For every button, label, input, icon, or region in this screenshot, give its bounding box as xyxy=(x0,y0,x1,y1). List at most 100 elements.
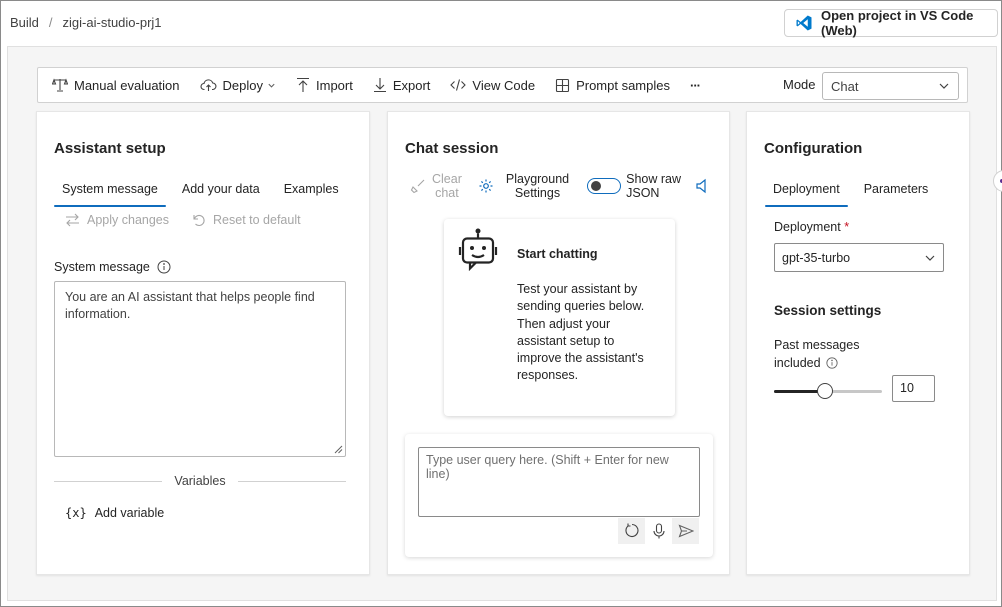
microphone-button[interactable] xyxy=(645,518,672,544)
deployment-label-text: Deployment xyxy=(774,220,841,234)
tab-system-message[interactable]: System message xyxy=(54,179,166,207)
show-raw-json-label: Show raw JSON xyxy=(626,172,681,200)
mode-select[interactable]: Chat xyxy=(822,72,959,100)
composer-buttons xyxy=(618,518,699,544)
past-messages-line1: Past messages xyxy=(774,338,860,352)
start-chatting-description: Test your assistant by sending queries b… xyxy=(517,282,645,383)
breadcrumb-project[interactable]: zigi-ai-studio-prj1 xyxy=(63,15,162,30)
toolbar: Manual evaluation Deploy Import Export V… xyxy=(37,67,968,103)
configuration-tabs: Deployment Parameters xyxy=(765,179,936,207)
assistant-setup-panel: Assistant setup System message Add your … xyxy=(36,111,370,575)
chat-session-title: Chat session xyxy=(405,140,499,157)
send-button[interactable] xyxy=(672,518,699,544)
robot-icon xyxy=(458,228,498,271)
refresh-icon xyxy=(624,523,639,537)
apply-changes-button[interactable]: Apply changes xyxy=(65,213,169,227)
playground-settings-button[interactable]: Playground Settings xyxy=(478,172,569,200)
chevron-down-icon xyxy=(939,83,949,89)
variables-label: Variables xyxy=(174,474,226,488)
import-button[interactable]: Import xyxy=(286,68,363,102)
view-code-label: View Code xyxy=(472,77,536,93)
slider-thumb[interactable] xyxy=(817,383,833,399)
start-chatting-title: Start chatting xyxy=(517,247,598,261)
deployment-select[interactable]: gpt-35-turbo xyxy=(774,243,944,272)
undo-icon xyxy=(193,215,205,227)
start-chatting-card: Start chatting Test your assistant by se… xyxy=(444,219,675,416)
past-messages-input[interactable]: 10 xyxy=(892,375,935,402)
new-chat-button[interactable] xyxy=(618,518,645,544)
swap-arrows-icon xyxy=(66,213,79,227)
speaker-icon[interactable] xyxy=(695,178,709,194)
playground-line2: Settings xyxy=(514,186,561,200)
assistant-setup-title: Assistant setup xyxy=(54,140,166,157)
assistant-tabs: System message Add your data Examples xyxy=(54,179,347,207)
chevron-down-icon xyxy=(925,255,935,261)
breadcrumb-build[interactable]: Build xyxy=(10,15,39,30)
clear-chat-line2: chat xyxy=(435,186,459,200)
tab-parameters[interactable]: Parameters xyxy=(856,179,937,207)
divider-line xyxy=(237,480,346,482)
user-query-input[interactable]: Type user query here. (Shift + Enter for… xyxy=(418,447,700,517)
tab-add-your-data[interactable]: Add your data xyxy=(174,179,268,207)
cloud-upload-icon xyxy=(200,79,216,91)
deployment-field-label: Deployment * xyxy=(774,220,849,234)
chat-composer: Type user query here. (Shift + Enter for… xyxy=(405,434,713,557)
past-messages-line2: included xyxy=(774,355,821,370)
prompt-samples-label: Prompt samples xyxy=(576,77,670,93)
reset-default-button[interactable]: Reset to default xyxy=(191,213,301,227)
past-messages-slider[interactable] xyxy=(774,383,882,399)
open-vscode-label: Open project in VS Code (Web) xyxy=(821,8,974,38)
mode-label: Mode xyxy=(783,77,816,92)
reset-default-label: Reset to default xyxy=(213,213,301,227)
manual-evaluation-label: Manual evaluation xyxy=(74,77,180,93)
toggle-knob xyxy=(591,181,602,191)
session-settings-title: Session settings xyxy=(774,303,882,318)
variables-divider: Variables xyxy=(54,474,346,488)
show-raw-line1: Show raw xyxy=(626,172,682,186)
tab-deployment[interactable]: Deployment xyxy=(765,179,848,207)
open-vscode-button[interactable]: Open project in VS Code (Web) xyxy=(784,8,998,38)
view-code-button[interactable]: View Code xyxy=(440,68,545,102)
system-message-label: System message xyxy=(54,260,171,274)
configuration-panel: Configuration Deployment Parameters Depl… xyxy=(746,111,970,575)
show-raw-line2: JSON xyxy=(626,186,660,200)
info-icon[interactable] xyxy=(826,357,838,369)
arrow-down-icon xyxy=(373,78,386,93)
info-icon[interactable] xyxy=(157,260,171,274)
deploy-label: Deploy xyxy=(222,77,263,93)
more-options-button[interactable]: ··· xyxy=(680,68,710,102)
export-button[interactable]: Export xyxy=(363,68,441,102)
add-variable-button[interactable]: {x} Add variable xyxy=(65,506,164,520)
breadcrumb: Build / zigi-ai-studio-prj1 xyxy=(10,15,162,30)
clear-chat-button[interactable]: Clear chat xyxy=(410,172,462,200)
past-messages-line2-row: included xyxy=(774,355,859,373)
code-icon xyxy=(450,79,467,91)
chat-toolbar: Clear chat Playground Settings Show raw … xyxy=(410,172,709,200)
prompt-samples-button[interactable]: Prompt samples xyxy=(545,68,680,102)
chat-session-panel: Chat session Clear chat Playground Setti… xyxy=(387,111,730,575)
gear-icon xyxy=(479,179,493,193)
variable-icon: {x} xyxy=(65,506,87,520)
assistant-actions: Apply changes Reset to default xyxy=(65,213,301,227)
import-label: Import xyxy=(316,77,353,93)
mode-value: Chat xyxy=(831,78,859,94)
show-raw-json-toggle[interactable] xyxy=(587,178,622,194)
clear-chat-line1: Clear xyxy=(432,172,462,186)
grid-icon xyxy=(556,78,570,92)
system-message-text: You are an AI assistant that helps peopl… xyxy=(65,290,315,321)
resize-grip-icon[interactable] xyxy=(334,445,343,454)
manual-evaluation-button[interactable]: Manual evaluation xyxy=(38,68,190,102)
divider-line xyxy=(54,480,163,482)
apply-changes-label: Apply changes xyxy=(87,213,170,227)
breadcrumb-separator: / xyxy=(48,15,53,30)
playground-settings-label: Playground Settings xyxy=(506,172,569,200)
deploy-button[interactable]: Deploy xyxy=(190,68,286,102)
export-label: Export xyxy=(392,77,431,93)
chevron-down-icon xyxy=(268,83,275,88)
clear-chat-label: Clear chat xyxy=(432,172,462,200)
scales-icon xyxy=(52,78,68,92)
system-message-textarea[interactable]: You are an AI assistant that helps peopl… xyxy=(54,281,346,457)
deployment-value: gpt-35-turbo xyxy=(782,250,851,265)
tab-examples[interactable]: Examples xyxy=(276,179,347,207)
required-mark: * xyxy=(844,220,850,234)
